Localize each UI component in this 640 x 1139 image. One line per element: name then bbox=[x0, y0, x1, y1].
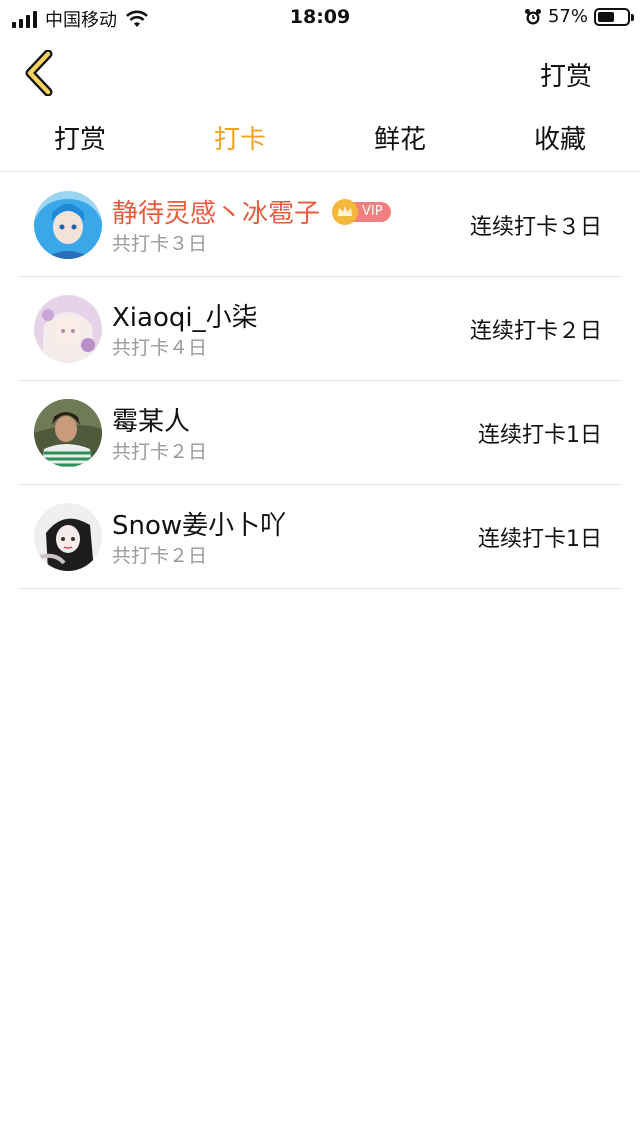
tab-reward[interactable]: 打赏 bbox=[0, 112, 160, 171]
total-checkins: 共打卡４日 bbox=[112, 337, 208, 359]
user-name: Xiaoqi_小柒 bbox=[112, 303, 258, 333]
list-item[interactable]: 静待灵感丶冰雹子 VIP 共打卡３日 连续打卡３日 bbox=[18, 173, 622, 277]
total-checkins: 共打卡３日 bbox=[112, 233, 208, 255]
battery-percent: 57% bbox=[547, 6, 588, 27]
user-name: 静待灵感丶冰雹子 VIP bbox=[112, 193, 391, 230]
list-item[interactable]: 霉某人 共打卡２日 连续打卡1日 bbox=[18, 381, 622, 485]
streak-label: 连续打卡２日 bbox=[469, 319, 602, 344]
avatar[interactable] bbox=[34, 191, 102, 259]
tab-checkin[interactable]: 打卡 bbox=[160, 112, 320, 171]
back-button[interactable] bbox=[22, 49, 62, 97]
battery-fill bbox=[598, 11, 614, 22]
total-checkins: 共打卡２日 bbox=[112, 441, 208, 463]
list-item[interactable]: Snow姜小卜吖 共打卡２日 连续打卡1日 bbox=[18, 485, 622, 589]
user-name: 霉某人 bbox=[112, 407, 191, 437]
tab-favorites[interactable]: 收藏 bbox=[480, 112, 640, 171]
nav-bar: 打赏 bbox=[0, 40, 640, 110]
streak-label: 连续打卡３日 bbox=[469, 215, 602, 240]
avatar[interactable] bbox=[34, 503, 102, 571]
avatar[interactable] bbox=[34, 295, 102, 363]
total-checkins: 共打卡２日 bbox=[112, 545, 208, 567]
checkin-list: 静待灵感丶冰雹子 VIP 共打卡３日 连续打卡３日 Xiaoqi_小柒 共打卡４… bbox=[18, 173, 622, 589]
streak-label: 连续打卡1日 bbox=[478, 423, 602, 448]
status-right: 57% bbox=[524, 6, 634, 27]
alarm-icon bbox=[524, 8, 541, 24]
list-item[interactable]: Xiaoqi_小柒 共打卡４日 连续打卡２日 bbox=[18, 277, 622, 381]
tab-flowers[interactable]: 鲜花 bbox=[320, 112, 480, 171]
chevron-left-icon bbox=[25, 49, 53, 97]
status-bar: 中国移动 18:09 57% bbox=[0, 0, 640, 36]
vip-badge: VIP bbox=[332, 198, 391, 225]
streak-label: 连续打卡1日 bbox=[478, 527, 602, 552]
user-name-text: 静待灵感丶冰雹子 bbox=[112, 199, 321, 229]
avatar[interactable] bbox=[34, 399, 102, 467]
reward-nav-button[interactable]: 打赏 bbox=[540, 56, 592, 93]
crown-icon bbox=[332, 198, 359, 225]
battery-icon bbox=[594, 7, 634, 26]
tab-bar: 打赏 打卡 鲜花 收藏 bbox=[0, 112, 640, 172]
user-name: Snow姜小卜吖 bbox=[112, 511, 287, 541]
